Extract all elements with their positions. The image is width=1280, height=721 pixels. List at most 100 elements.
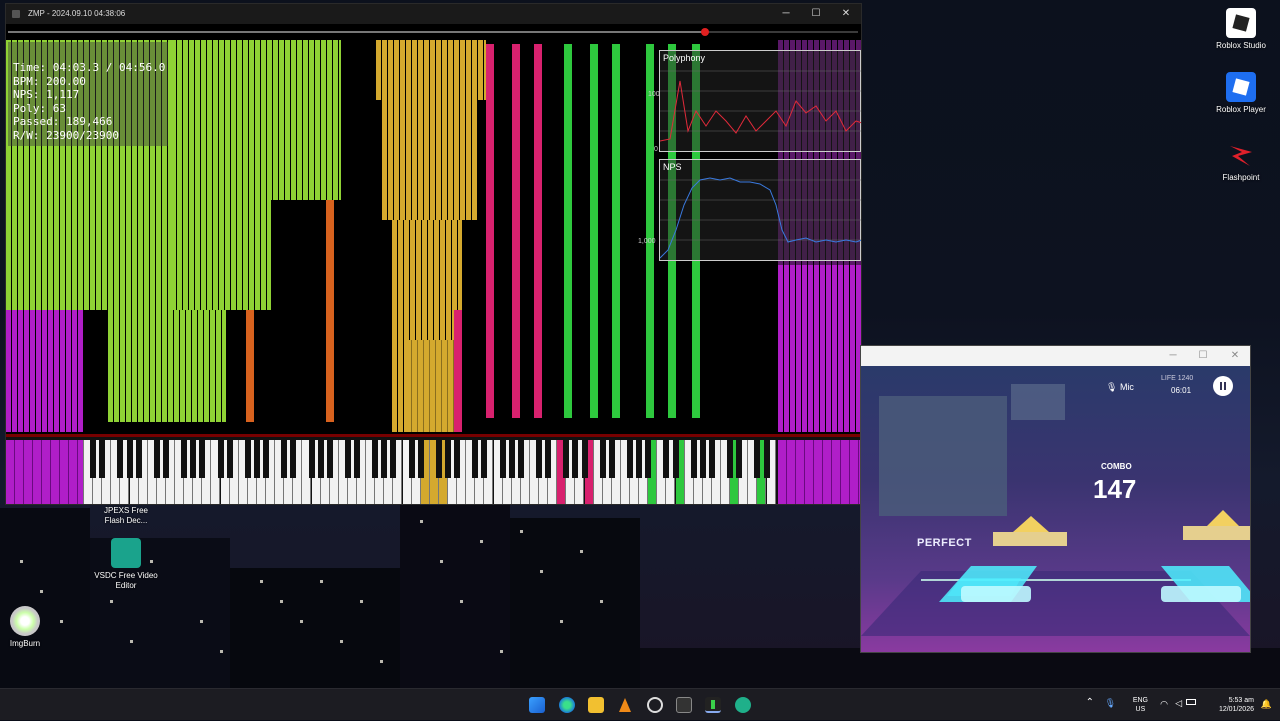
desktop-icon-label: Roblox Player: [1216, 105, 1266, 114]
skyline-building: [400, 503, 510, 688]
note-highway: [861, 510, 1250, 636]
piano-black-key: [372, 440, 379, 478]
piano-black-key: [263, 440, 269, 478]
piano-roll-note: [382, 100, 477, 220]
minimize-button[interactable]: ─: [1158, 346, 1188, 366]
polyphony-y-max: 100: [648, 91, 660, 98]
start-icon[interactable]: [529, 697, 545, 713]
polyphony-graph-title: Polyphony: [663, 53, 706, 63]
stats-overlay: Time: 04:03.3 / 04:56.0 BPM: 200.00 NPS:…: [8, 42, 168, 146]
piano-black-key: [354, 440, 360, 478]
maximize-button[interactable]: ☐: [801, 4, 831, 24]
piano-roll-note: [171, 200, 271, 310]
pause-button[interactable]: [1213, 376, 1233, 396]
pause-icon: [1224, 382, 1226, 390]
seek-fill: [8, 31, 705, 33]
game-viewport[interactable]: 🎙 Mic LIFE 1240 06:01 COMBO 147 PERFECT: [861, 366, 1250, 652]
pause-icon: [1220, 382, 1222, 390]
desktop-icon-vsdc[interactable]: VSDC Free Video Editor: [94, 538, 158, 591]
desktop-icon-roblox-studio[interactable]: Roblox Studio: [1209, 8, 1273, 51]
skyline-building: [510, 518, 640, 688]
city-light: [460, 600, 463, 603]
stat-bpm: BPM: 200.00: [13, 74, 86, 88]
city-light: [260, 580, 263, 583]
zmp-icon[interactable]: [705, 697, 721, 713]
file-explorer-icon[interactable]: [588, 697, 604, 713]
piano-black-key: [517, 440, 524, 478]
desktop-icon-flashpoint[interactable]: Flashpoint: [1209, 140, 1273, 183]
piano-black-key: [636, 440, 643, 478]
edge-icon[interactable]: [559, 697, 575, 713]
zmp-title-bar[interactable]: ZMP - 2024.09.10 04:38:06 ─ ☐ ✕: [6, 4, 861, 24]
city-light: [540, 570, 543, 573]
mic-tray-icon[interactable]: 🎙: [1105, 698, 1116, 709]
polyphony-graph: Polyphony 100 0: [648, 50, 861, 153]
seek-bar[interactable]: [6, 26, 861, 38]
piano-black-key: [117, 440, 124, 478]
game-window[interactable]: ─ ☐ ✕ 🎙 Mic LIFE 1240 06:01 COMBO 147 PE…: [861, 346, 1250, 652]
desktop-icon-jpexs[interactable]: JPEXS Free Flash Dec...: [94, 506, 158, 526]
chrome-icon[interactable]: [647, 697, 663, 713]
volume-icon[interactable]: ◁: [1175, 698, 1182, 709]
close-button[interactable]: ✕: [1220, 346, 1250, 366]
piano-black-key: [699, 440, 706, 478]
city-light: [320, 580, 323, 583]
piano-black-key: [435, 440, 442, 478]
piano-black-key: [162, 440, 169, 478]
piano-black-key: [217, 440, 224, 478]
stat-poly: Poly: 63: [13, 101, 66, 115]
wifi-icon[interactable]: ◠: [1160, 699, 1168, 710]
desktop-icon-roblox-player[interactable]: Roblox Player: [1209, 72, 1273, 115]
piano-roll-note: [534, 44, 542, 418]
judgement-text: PERFECT: [917, 537, 972, 549]
polyphony-plot: [660, 70, 861, 142]
city-light: [480, 540, 483, 543]
piano-roll-note: [646, 44, 654, 418]
stat-time: Time: 04:03.3 / 04:56.0: [13, 61, 166, 74]
seek-track[interactable]: [8, 28, 858, 36]
skyline-building: [230, 568, 400, 688]
piano-roll-note: [612, 44, 620, 418]
piano-black-key: [344, 440, 351, 478]
piano-key-group-lit: [778, 440, 861, 504]
piano-roll-note: [564, 44, 572, 418]
piano-black-key: [326, 440, 333, 478]
mic-icon: 🎙: [1106, 382, 1120, 392]
vlc-icon[interactable]: [617, 697, 633, 713]
desktop-icon-label: JPEXS Free Flash Dec...: [103, 506, 148, 525]
piano-black-key: [290, 440, 297, 478]
desktop-icon-label: Flashpoint: [1222, 173, 1260, 182]
city-light: [200, 620, 203, 623]
minimize-button[interactable]: ─: [771, 4, 801, 24]
seek-handle[interactable]: [701, 28, 709, 36]
clock[interactable]: 5:53 am 12/01/2026: [1219, 696, 1254, 714]
piano-black-key: [481, 440, 488, 478]
desktop-icon-imgburn[interactable]: ImgBurn: [0, 606, 57, 649]
notification-bell-icon[interactable]: 🔔: [1261, 699, 1272, 710]
city-light: [40, 590, 43, 593]
zmp-app-icon: [12, 10, 20, 18]
city-light: [420, 520, 423, 523]
terminal-icon[interactable]: [676, 697, 692, 713]
mic-indicator[interactable]: 🎙 Mic: [1106, 382, 1134, 393]
battery-icon[interactable]: [1186, 699, 1196, 705]
city-light: [220, 650, 223, 653]
city-light: [380, 660, 383, 663]
piano-roll-note: [6, 310, 84, 432]
game-title-bar[interactable]: ─ ☐ ✕: [861, 346, 1250, 366]
game-icon[interactable]: [735, 697, 751, 713]
piano-black-key: [499, 440, 506, 478]
nps-plot: [660, 177, 861, 259]
close-button[interactable]: ✕: [831, 4, 861, 24]
taskbar: ⌃ 🎙 ENG US ◠ ◁ 5:53 am 12/01/2026 🔔: [0, 688, 1280, 720]
chevron-up-icon[interactable]: ⌃: [1086, 697, 1094, 708]
maximize-button[interactable]: ☐: [1188, 346, 1218, 366]
stat-rw: R/W: 23900/23900: [13, 128, 119, 142]
language-indicator[interactable]: ENG US: [1133, 696, 1148, 714]
piano-black-key: [445, 440, 451, 478]
flashpoint-icon: [1226, 140, 1256, 170]
zmp-window[interactable]: ZMP - 2024.09.10 04:38:06 ─ ☐ ✕ Time: 04…: [6, 4, 861, 504]
nps-graph-title: NPS: [663, 162, 682, 172]
piano-black-key: [190, 440, 197, 478]
desktop-icon-label: VSDC Free Video Editor: [94, 571, 158, 590]
